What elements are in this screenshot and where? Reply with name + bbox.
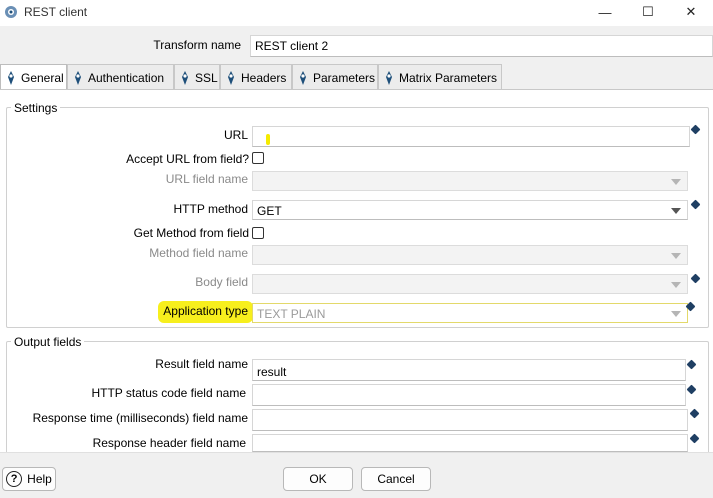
window-title: REST client [24, 5, 88, 19]
url-highlight-mark [266, 134, 270, 145]
body-field-label: Body field [195, 275, 248, 289]
tab-matrix-parameters[interactable]: Matrix Parameters [378, 64, 502, 90]
rest-client-icon [386, 70, 392, 85]
help-button[interactable]: ? Help [2, 467, 56, 491]
body-field-select[interactable] [252, 274, 688, 294]
transform-name-input[interactable]: REST client 2 [250, 35, 713, 57]
get-method-label: Get Method from field [133, 226, 249, 240]
rest-client-icon [75, 70, 81, 85]
result-field-input[interactable]: result [252, 359, 686, 381]
url-label: URL [223, 128, 248, 142]
ok-button[interactable]: OK [283, 467, 353, 491]
button-bar: ? Help OK Cancel [0, 452, 713, 498]
http-method-label: HTTP method [173, 202, 248, 216]
chevron-down-icon [671, 179, 681, 185]
chevron-down-icon [671, 253, 681, 259]
url-field-name-select[interactable] [252, 171, 688, 191]
rest-client-icon [8, 71, 14, 85]
url-input[interactable] [252, 126, 690, 147]
tab-label: Headers [241, 70, 287, 85]
tab-general[interactable]: General [0, 64, 67, 91]
application-type-select[interactable]: TEXT PLAIN [252, 303, 688, 323]
http-method-select[interactable]: GET [252, 200, 688, 220]
tab-label: SSL [195, 70, 218, 85]
cancel-button-label: Cancel [377, 472, 415, 486]
application-type-label: Application type [163, 304, 248, 318]
app-icon [5, 6, 17, 18]
http-status-input[interactable] [252, 384, 686, 406]
url-field-name-label: URL field name [165, 172, 248, 186]
accept-url-checkbox[interactable] [252, 152, 264, 164]
accept-url-label: Accept URL from field? [126, 152, 249, 166]
settings-group-title: Settings [11, 101, 61, 115]
tab-label: Authentication [88, 70, 165, 85]
chevron-down-icon [671, 208, 681, 214]
tab-headers[interactable]: Headers [220, 64, 292, 90]
tab-label: Matrix Parameters [399, 70, 498, 85]
tab-label: General [21, 71, 64, 85]
minimize-button[interactable]: — [582, 0, 628, 24]
application-type-value: TEXT PLAIN [257, 307, 326, 321]
chevron-down-icon [671, 282, 681, 288]
close-button[interactable]: ✕ [668, 0, 713, 24]
chevron-down-icon [671, 311, 681, 317]
method-field-name-label: Method field name [149, 246, 248, 260]
cancel-button[interactable]: Cancel [361, 467, 431, 491]
output-fields-group-title: Output fields [11, 335, 85, 349]
method-field-name-select[interactable] [252, 245, 688, 265]
http-method-value: GET [257, 204, 282, 218]
help-icon: ? [6, 471, 23, 487]
title-bar: REST client — ☐ ✕ [0, 0, 713, 26]
tab-authentication[interactable]: Authentication [67, 64, 174, 90]
response-header-label: Response header field name [92, 436, 246, 450]
transform-name-label: Transform name [153, 38, 241, 52]
response-time-label: Response time (milliseconds) field name [32, 411, 248, 425]
tab-label: Parameters [313, 70, 376, 85]
rest-client-icon [228, 70, 234, 85]
maximize-button[interactable]: ☐ [625, 0, 671, 24]
help-button-label: Help [27, 472, 52, 486]
http-status-label: HTTP status code field name [91, 386, 246, 400]
tab-parameters[interactable]: Parameters [292, 64, 378, 90]
ok-button-label: OK [309, 472, 327, 486]
rest-client-icon [300, 70, 306, 85]
tab-ssl[interactable]: SSL [174, 64, 220, 90]
rest-client-icon [182, 70, 188, 85]
get-method-checkbox[interactable] [252, 227, 264, 239]
response-header-input[interactable] [252, 434, 688, 452]
result-field-label: Result field name [155, 357, 248, 371]
response-time-input[interactable] [252, 409, 688, 431]
